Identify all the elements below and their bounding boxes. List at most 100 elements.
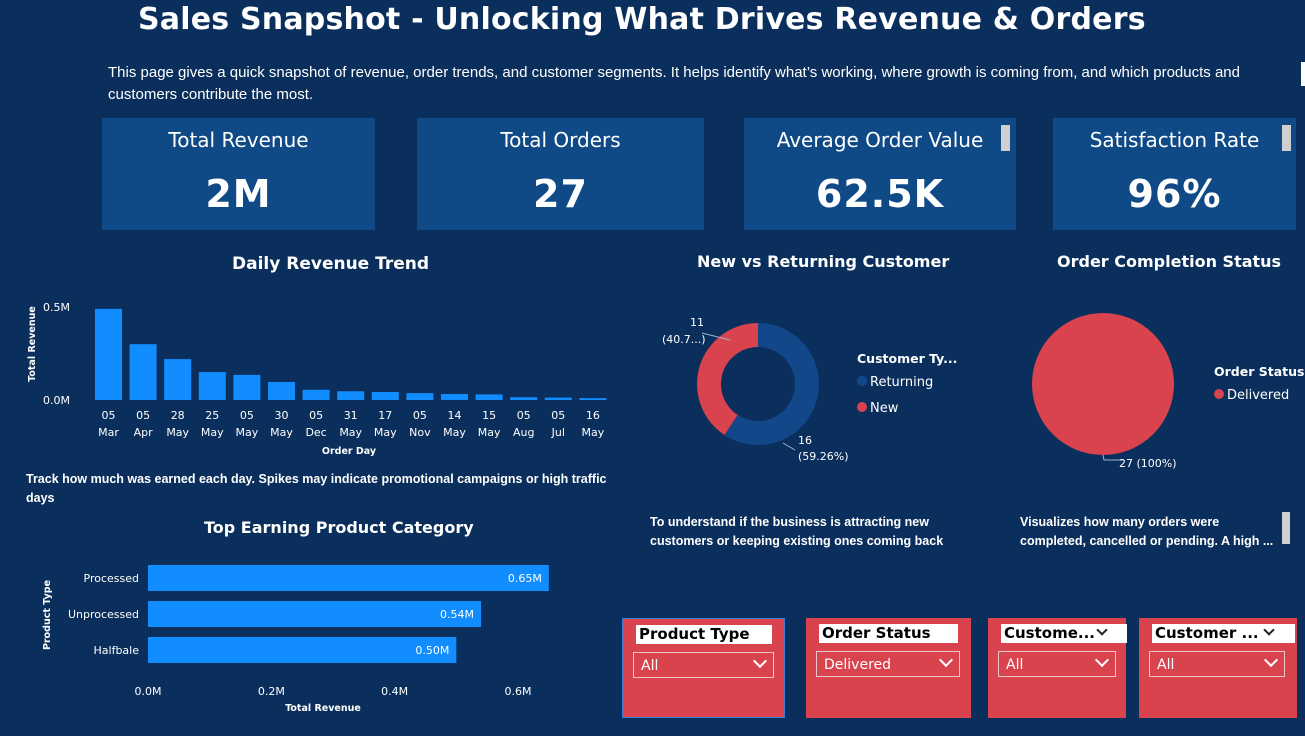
legend-new[interactable]: New [870, 401, 899, 416]
y-axis-label: Product Type [42, 580, 53, 650]
customer-legend-title: Customer Ty... [857, 351, 957, 366]
x-tick-label: May [270, 426, 293, 439]
x-tick-label: May [582, 426, 605, 439]
slicer-dropdown[interactable]: All [633, 652, 774, 678]
bar[interactable] [337, 391, 365, 400]
slicer-order-status[interactable]: Order Status Delivered [806, 618, 971, 718]
customer-donut-chart[interactable]: 11 (40.7...) 16 (59.26%) Customer Ty... … [640, 300, 980, 480]
x-tick-label: 05 [309, 409, 323, 422]
y-axis-label: Total Revenue [27, 306, 38, 382]
x-tick-label: May [339, 426, 362, 439]
slicer-value: All [1157, 657, 1175, 673]
x-tick-label: 05 [102, 409, 116, 422]
x-axis-label: Total Revenue [285, 703, 361, 714]
customer-chart-note: To understand if the business is attract… [650, 515, 944, 548]
data-label: 0.65M [508, 572, 542, 585]
daily-revenue-chart[interactable]: 0.0M 0.5M Total Revenue 05 Mar 05 Apr 28 May 25 Ma… [20, 290, 620, 460]
legend-delivered[interactable]: Delivered [1227, 388, 1289, 403]
slicer-header: Product Type [636, 625, 772, 644]
bar[interactable] [95, 308, 122, 400]
bar[interactable] [148, 565, 549, 591]
bar[interactable] [371, 392, 399, 400]
order-status-pie-chart[interactable]: 27 (100%) Order Status Delivered [1020, 300, 1305, 480]
bar[interactable] [510, 397, 538, 400]
kpi-label: Total Revenue [168, 128, 309, 152]
pie-slice-label: 27 (100%) [1119, 457, 1177, 470]
page-scrollbar[interactable] [1301, 62, 1305, 86]
top-category-chart[interactable]: 0.65M Processed 0.54M Unprocessed 0.50M Halfb… [40, 555, 580, 720]
x-tick-label: Apr [134, 426, 154, 439]
slicer-value: All [1006, 657, 1024, 673]
legend-marker-delivered [1214, 389, 1224, 399]
slicer-dropdown[interactable]: All [998, 651, 1116, 677]
kpi-satisfaction-rate[interactable]: Satisfaction Rate 96% [1053, 118, 1296, 230]
x-tick-label: May [236, 426, 259, 439]
y-tick-label: Unprocessed [68, 608, 139, 621]
slicer-dropdown[interactable]: Delivered [816, 651, 960, 677]
x-tick-label: 05 [413, 409, 427, 422]
slicer-header: Custome... [1001, 624, 1127, 643]
page-title: Sales Snapshot - Unlocking What Drives R… [138, 2, 1146, 37]
bar[interactable] [475, 394, 503, 400]
x-tick-label: 0.2M [258, 685, 285, 698]
pie-slice-delivered[interactable] [1032, 313, 1174, 455]
chevron-down-icon[interactable] [1094, 652, 1110, 668]
bar[interactable] [198, 372, 226, 400]
kpi-average-order-value[interactable]: Average Order Value 62.5K [744, 118, 1016, 230]
kpi-label: Satisfaction Rate [1089, 128, 1260, 152]
legend-marker-new [857, 402, 867, 412]
x-tick-label: 25 [205, 409, 219, 422]
x-tick-label: Nov [409, 426, 431, 439]
daily-trend-title: Daily Revenue Trend [232, 254, 430, 274]
x-tick-label: 05 [517, 409, 531, 422]
status-chart-title: Order Completion Status [1057, 252, 1282, 271]
x-tick-label: Jul [551, 426, 565, 439]
slicer-value: Delivered [824, 657, 892, 673]
chevron-down-icon[interactable] [1263, 652, 1279, 668]
slicer-value: All [641, 658, 659, 674]
chevron-down-icon[interactable] [938, 652, 954, 668]
scrollbar[interactable] [1282, 512, 1290, 544]
kpi-label: Total Orders [500, 128, 621, 152]
bar[interactable] [302, 389, 330, 400]
slicer-customer-type[interactable]: Custome... All [988, 618, 1127, 718]
bar[interactable] [579, 398, 607, 400]
bar[interactable] [544, 397, 572, 400]
chevron-down-icon[interactable] [752, 653, 768, 669]
slicer-customer-segment[interactable]: Customer ... All [1139, 618, 1297, 718]
legend-returning[interactable]: Returning [870, 375, 933, 390]
bar[interactable] [148, 601, 481, 627]
x-tick-label: 30 [275, 409, 289, 422]
kpi-total-orders[interactable]: Total Orders 27 [417, 118, 704, 230]
kpi-total-revenue[interactable]: Total Revenue 2M [102, 118, 375, 230]
scrollbar[interactable] [1282, 125, 1291, 151]
scrollbar[interactable] [1001, 125, 1010, 151]
x-tick-label: May [201, 426, 224, 439]
bar[interactable] [268, 381, 295, 400]
kpi-label: Average Order Value [776, 128, 984, 152]
slicer-product-type[interactable]: Product Type All [622, 618, 785, 718]
x-tick-label: 0.4M [381, 685, 408, 698]
status-legend-title: Order Status [1214, 364, 1304, 379]
page-description: This page gives a quick snapshot of reve… [108, 64, 1240, 103]
bar[interactable] [148, 637, 457, 663]
data-label: 0.50M [415, 644, 449, 657]
x-tick-label: May [478, 426, 501, 439]
x-tick-label: 15 [482, 409, 496, 422]
x-axis-label: Order Day [322, 446, 377, 457]
slicer-dropdown[interactable]: All [1149, 651, 1285, 677]
new-pct-label: (40.7...) [662, 333, 706, 346]
bar[interactable] [406, 393, 434, 400]
x-tick-label: May [166, 426, 189, 439]
x-tick-label: 14 [448, 409, 462, 422]
bar[interactable] [441, 394, 468, 400]
x-tick-label: 05 [136, 409, 150, 422]
x-tick-label: 05 [551, 409, 565, 422]
y-tick-label: 0.5M [43, 301, 70, 314]
bar[interactable] [164, 359, 192, 400]
bar[interactable] [233, 374, 261, 400]
x-tick-label: May [443, 426, 466, 439]
x-tick-label: Mar [98, 426, 119, 439]
leader-line [782, 442, 796, 451]
bar[interactable] [129, 344, 157, 400]
